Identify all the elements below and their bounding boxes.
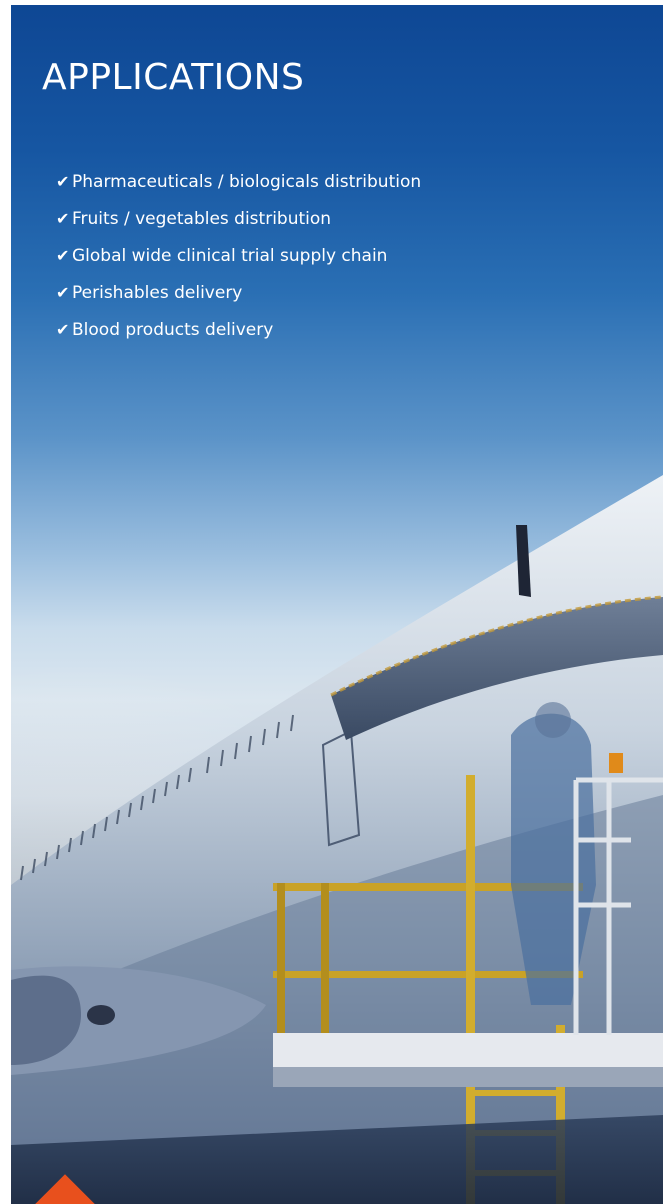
list-item-label: Fruits / vegetables distribution bbox=[72, 209, 332, 229]
list-item: ✔ Perishables delivery bbox=[56, 280, 421, 317]
checkmark-icon: ✔ bbox=[56, 320, 70, 339]
list-item-label: Global wide clinical trial supply chain bbox=[72, 246, 388, 266]
checkmark-icon: ✔ bbox=[56, 209, 70, 228]
checkmark-icon: ✔ bbox=[56, 283, 70, 302]
list-item: ✔ Pharmaceuticals / biologicals distribu… bbox=[56, 169, 421, 206]
list-item-label: Blood products delivery bbox=[72, 320, 274, 340]
applications-list: ✔ Pharmaceuticals / biologicals distribu… bbox=[56, 169, 421, 354]
list-item: ✔ Fruits / vegetables distribution bbox=[56, 206, 421, 243]
list-item: ✔ Blood products delivery bbox=[56, 317, 421, 354]
applications-panel: APPLICATIONS ✔ Pharmaceuticals / biologi… bbox=[11, 5, 663, 1204]
list-item: ✔ Global wide clinical trial supply chai… bbox=[56, 243, 421, 280]
checkmark-icon: ✔ bbox=[56, 172, 70, 191]
checkmark-icon: ✔ bbox=[56, 246, 70, 265]
page-title: APPLICATIONS bbox=[42, 57, 305, 98]
list-item-label: Pharmaceuticals / biologicals distributi… bbox=[72, 172, 422, 192]
list-item-label: Perishables delivery bbox=[72, 283, 243, 303]
